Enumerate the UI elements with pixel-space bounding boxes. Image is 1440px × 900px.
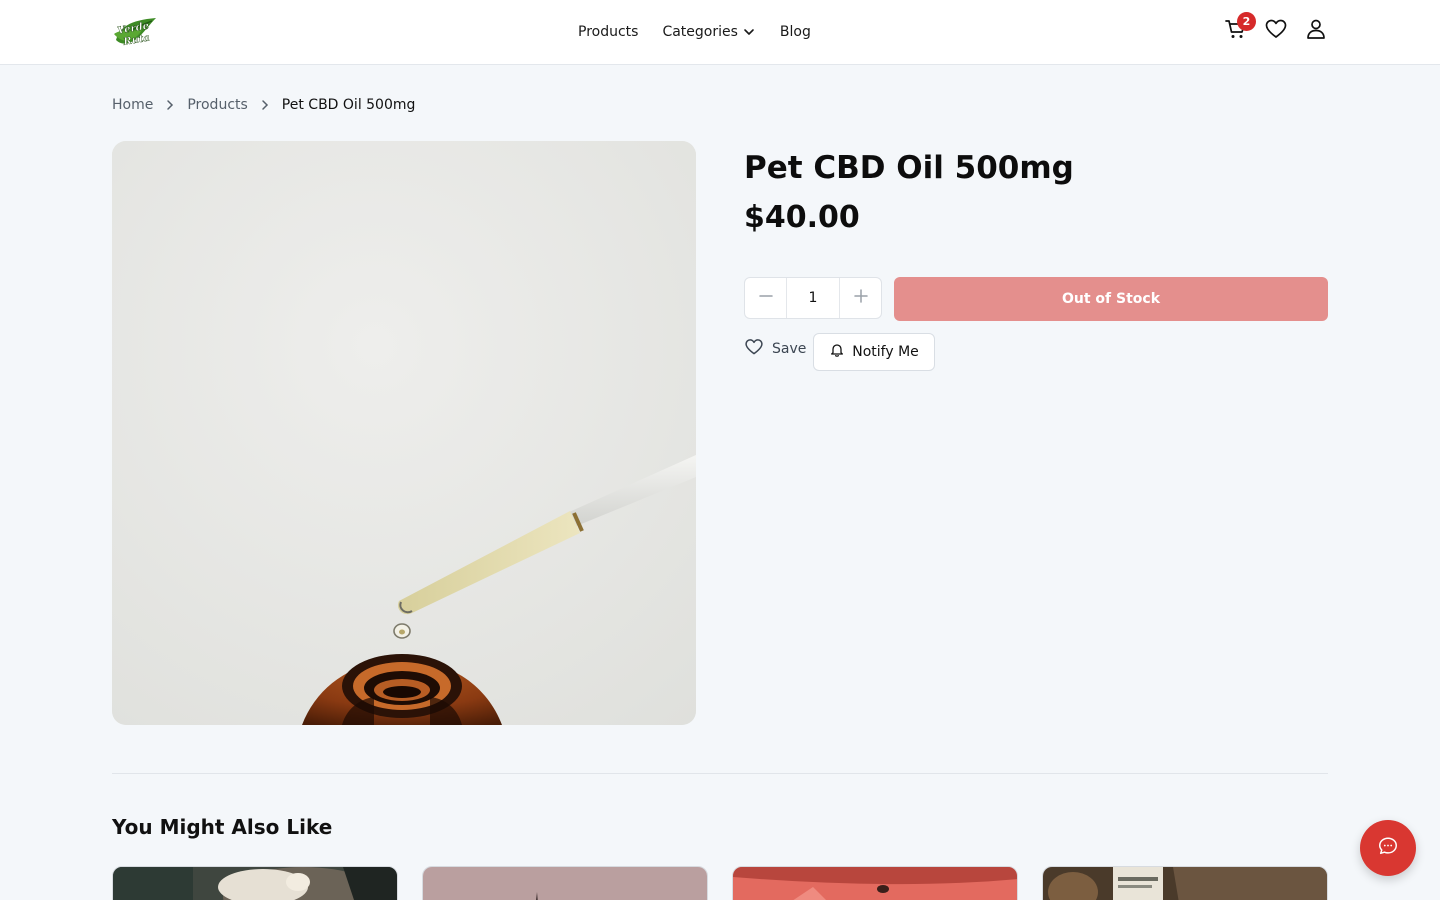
related-product-image xyxy=(423,867,707,900)
plus-icon xyxy=(853,288,869,308)
cart-button[interactable]: 2 xyxy=(1222,12,1256,48)
related-product-card[interactable] xyxy=(422,866,708,900)
product-title: Pet CBD Oil 500mg xyxy=(744,150,1074,186)
out-of-stock-button[interactable]: Out of Stock xyxy=(894,277,1328,321)
user-icon xyxy=(1304,17,1328,45)
related-product-card[interactable] xyxy=(112,866,398,900)
nav-blog[interactable]: Blog xyxy=(780,24,811,40)
notify-me-button[interactable]: Notify Me xyxy=(813,333,935,371)
main-nav: Products Categories Blog xyxy=(578,0,835,64)
breadcrumb: Home Products Pet CBD Oil 500mg xyxy=(112,97,415,113)
related-products-title: You Might Also Like xyxy=(112,815,333,839)
breadcrumb-products[interactable]: Products xyxy=(187,97,247,113)
cbd-dropper-photo xyxy=(112,141,696,725)
related-product-image xyxy=(733,867,1017,900)
related-product-card[interactable] xyxy=(732,866,1018,900)
increase-quantity-button[interactable] xyxy=(840,278,881,318)
account-button[interactable] xyxy=(1302,14,1330,48)
notify-me-label: Notify Me xyxy=(852,344,919,360)
nav-blog-label: Blog xyxy=(779,24,811,40)
nav-products-label: Products xyxy=(578,24,639,40)
cart-count-badge: 2 xyxy=(1237,12,1256,31)
quantity-input[interactable]: 1 xyxy=(786,278,840,318)
bell-icon xyxy=(829,342,845,362)
heart-icon xyxy=(1264,17,1288,45)
chat-button[interactable] xyxy=(1360,820,1416,876)
product-price: $40.00 xyxy=(744,200,860,235)
quantity-stepper: 1 xyxy=(744,277,882,319)
site-header: Verde Ruta Products Categories Blog 2 xyxy=(0,0,1440,65)
nav-products[interactable]: Products xyxy=(578,24,638,40)
related-product-card[interactable] xyxy=(1042,866,1328,900)
verde-ruta-logo[interactable]: Verde Ruta xyxy=(112,16,160,48)
chat-bubble-icon xyxy=(1377,835,1399,861)
chevron-right-icon xyxy=(260,99,270,111)
header-actions: 2 xyxy=(1222,12,1342,48)
chevron-right-icon xyxy=(165,99,175,111)
minus-icon xyxy=(758,288,774,308)
nav-categories-dropdown[interactable]: Categories xyxy=(662,24,755,40)
section-divider xyxy=(112,773,1328,774)
nav-categories-label: Categories xyxy=(662,24,738,40)
save-button[interactable]: Save xyxy=(744,337,806,361)
heart-outline-icon xyxy=(744,337,764,361)
related-product-image xyxy=(1043,867,1327,900)
breadcrumb-home[interactable]: Home xyxy=(112,97,153,113)
related-product-image xyxy=(113,867,397,900)
save-label: Save xyxy=(772,341,807,357)
breadcrumb-current: Pet CBD Oil 500mg xyxy=(281,97,416,113)
decrease-quantity-button[interactable] xyxy=(745,278,786,318)
chevron-down-icon xyxy=(742,25,756,39)
product-image xyxy=(112,141,696,725)
wishlist-button[interactable] xyxy=(1262,14,1290,48)
